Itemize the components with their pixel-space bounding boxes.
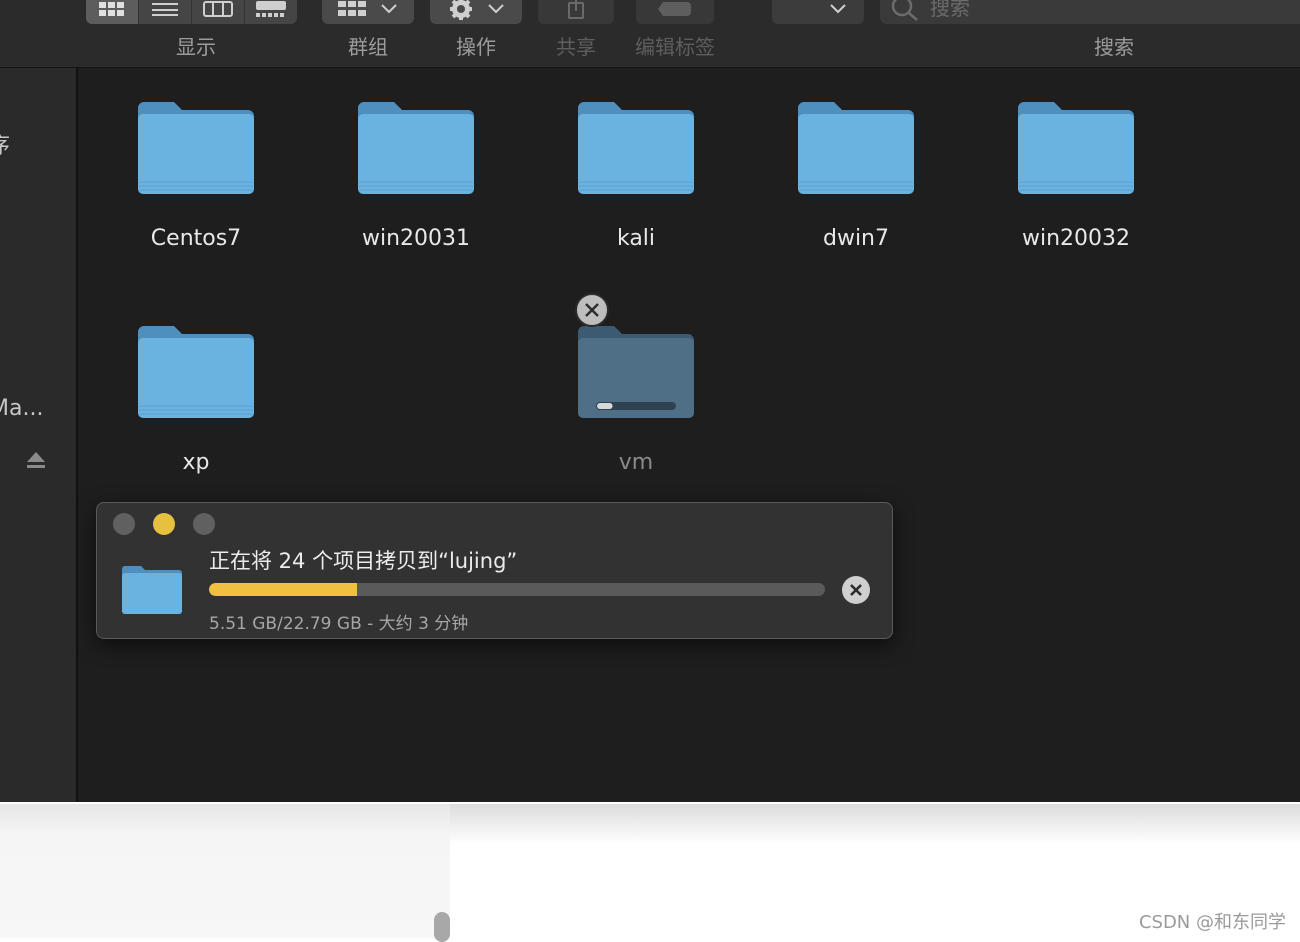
edit-tags-label: 编辑标签 [635, 35, 715, 59]
zoom-window-button[interactable] [193, 513, 215, 535]
sidebar: 序 Ma... [0, 68, 78, 802]
eject-icon[interactable] [26, 450, 46, 470]
search-label: 搜索 [1094, 35, 1134, 59]
tag-icon [658, 2, 691, 16]
folder-copy-progress-fill [597, 403, 613, 409]
folder-item[interactable]: xp [96, 324, 296, 475]
grid-icon [99, 2, 124, 16]
action-label: 操作 [456, 35, 496, 59]
folder-name: kali [616, 226, 656, 251]
cancel-copy-button[interactable] [842, 576, 870, 604]
gear-icon [450, 0, 472, 20]
copy-dialog-title: 正在将 24 个项目拷贝到“lujing” [209, 549, 518, 573]
folder-name: win20032 [1021, 226, 1131, 251]
toolbar-dropdown[interactable] [772, 0, 864, 24]
folder-item[interactable]: win20031 [316, 100, 516, 251]
folder-item[interactable]: dwin7 [756, 100, 956, 251]
close-icon [585, 303, 599, 317]
edit-tags-button[interactable] [636, 0, 714, 24]
copy-progress-bar [209, 583, 825, 596]
toolbar: 显示 群组 操作 共享 编辑标签 搜索 [0, 0, 1300, 68]
finder-window: 显示 群组 操作 共享 编辑标签 搜索 搜索 a... Centos7 win2… [0, 0, 1300, 802]
folder-name: xp [182, 450, 210, 475]
search-input[interactable] [928, 0, 1232, 21]
folder-icon [1018, 102, 1134, 194]
group-grid-icon [338, 1, 366, 16]
folder-icon [578, 102, 694, 194]
list-icon [152, 3, 178, 16]
copy-progress-dialog: 正在将 24 个项目拷贝到“lujing” 5.51 GB/22.79 GB -… [96, 502, 893, 639]
sidebar-item-partial[interactable]: 序 [0, 128, 10, 160]
folder-item[interactable]: Centos7 [96, 100, 296, 251]
columns-icon [203, 1, 233, 17]
minimize-window-button[interactable] [153, 513, 175, 535]
folder-icon [578, 326, 694, 418]
action-button[interactable] [430, 0, 522, 24]
share-label: 共享 [556, 35, 596, 59]
copy-progress-fill [209, 583, 357, 596]
close-window-button[interactable] [113, 513, 135, 535]
share-icon [568, 0, 584, 19]
search-field[interactable] [880, 0, 1300, 24]
folder-name: win20031 [361, 226, 471, 251]
group-by-button[interactable] [322, 0, 414, 24]
folder-name: dwin7 [822, 226, 889, 251]
folder-icon [138, 102, 254, 194]
folder-icon [358, 102, 474, 194]
search-icon [891, 0, 918, 21]
share-button[interactable] [538, 0, 614, 24]
chevron-down-icon [488, 4, 504, 14]
sidebar-item-device[interactable]: Ma... [0, 396, 43, 421]
icon-view-button[interactable] [86, 0, 139, 24]
folder-item[interactable]: kali [536, 100, 736, 251]
folder-name: Centos7 [150, 226, 242, 251]
chevron-down-icon [830, 4, 846, 14]
close-icon [850, 584, 862, 596]
column-view-button[interactable] [192, 0, 245, 24]
gallery-icon [256, 1, 286, 17]
folder-icon [798, 102, 914, 194]
copy-status-text: 5.51 GB/22.79 GB - 大约 3 分钟 [209, 614, 469, 634]
watermark: CSDN @和东同学 [1138, 912, 1286, 933]
view-label: 显示 [176, 35, 216, 59]
folder-icon [138, 326, 254, 418]
chevron-down-icon [381, 4, 397, 14]
cancel-copy-badge[interactable] [575, 293, 609, 327]
folder-item-copying[interactable]: vm [536, 324, 736, 475]
list-view-button[interactable] [139, 0, 192, 24]
folder-name: vm [618, 450, 654, 475]
folder-item[interactable]: win20032 [976, 100, 1176, 251]
gallery-view-button[interactable] [245, 0, 297, 24]
group-label: 群组 [348, 35, 388, 59]
background-window-sidebar [0, 804, 450, 938]
view-mode-control [86, 0, 297, 24]
folder-icon [122, 566, 182, 614]
